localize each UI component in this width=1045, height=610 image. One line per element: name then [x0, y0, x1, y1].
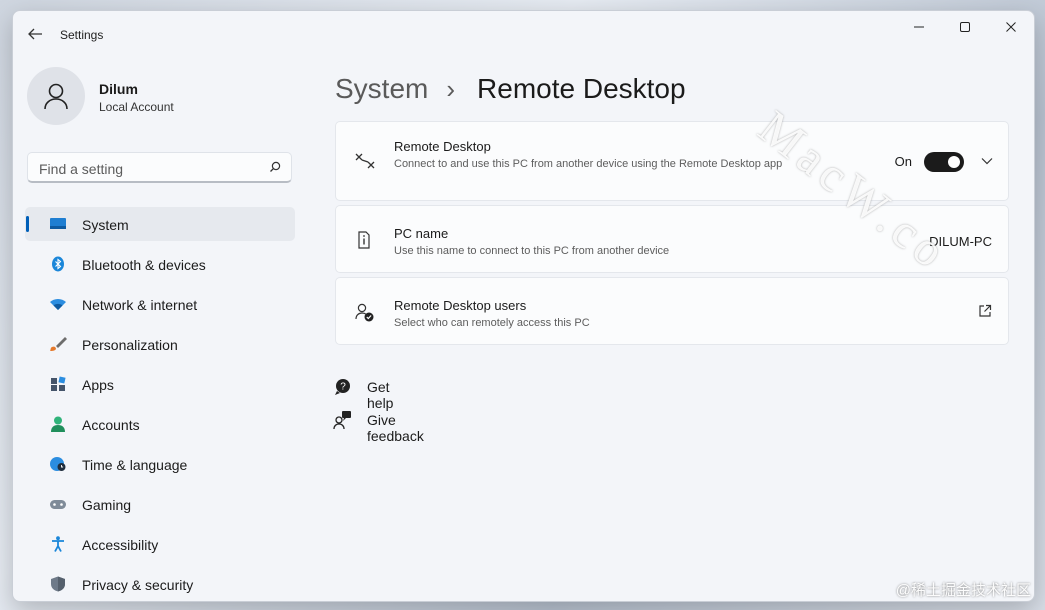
sidebar-item-gaming[interactable]: Gaming: [25, 487, 295, 521]
sidebar-item-network[interactable]: Network & internet: [25, 287, 295, 321]
breadcrumb-separator: ›: [446, 73, 456, 104]
back-button[interactable]: [25, 25, 45, 43]
bluetooth-icon: [52, 256, 64, 272]
minimize-button[interactable]: [896, 11, 942, 43]
sidebar-nav: System Bluetooth & devices Network & int…: [25, 207, 295, 601]
close-button[interactable]: [988, 11, 1034, 43]
app-title: Settings: [60, 28, 104, 42]
sidebar-item-accounts[interactable]: Accounts: [25, 407, 295, 441]
sidebar-item-label: Time & language: [82, 457, 188, 473]
user-name: Dilum: [99, 81, 138, 97]
account-type: Local Account: [99, 100, 174, 114]
help-chat-icon: ?: [335, 379, 350, 395]
toggle-knob: [948, 156, 960, 168]
toggle-state-label: On: [894, 154, 912, 169]
feedback-icon: [333, 411, 351, 430]
users-check-icon: [355, 303, 374, 322]
breadcrumb: System › Remote Desktop: [335, 69, 686, 109]
remote-desktop-icon: [355, 153, 375, 169]
svg-text:?: ?: [340, 382, 346, 393]
get-help-label: Get help: [367, 379, 394, 411]
accounts-icon: [51, 416, 65, 432]
sidebar-item-label: System: [82, 217, 129, 233]
sidebar-item-label: Gaming: [82, 497, 132, 513]
sidebar-item-accessibility[interactable]: Accessibility: [25, 527, 295, 561]
sidebar-item-system[interactable]: System: [25, 207, 295, 241]
open-external-icon[interactable]: [978, 304, 992, 318]
breadcrumb-parent[interactable]: System: [335, 73, 428, 105]
window-controls: [896, 11, 1034, 43]
search-box[interactable]: [27, 152, 292, 183]
system-icon: [50, 218, 66, 229]
card-title: PC name: [394, 226, 449, 241]
sidebar-item-label: Accounts: [82, 417, 140, 433]
card-title: Remote Desktop: [394, 139, 491, 154]
accessibility-icon: [52, 536, 64, 552]
sidebar-item-label: Accessibility: [82, 537, 159, 553]
gamepad-icon: [50, 500, 66, 509]
pc-info-icon: [358, 231, 370, 249]
wifi-icon: [50, 298, 66, 310]
card-description: Connect to and use this PC from another …: [394, 158, 783, 170]
arrow-left-icon: [28, 28, 42, 40]
settings-window: Settings Dilum Local Account Find a sett…: [12, 10, 1035, 602]
sidebar-item-time-language[interactable]: Time & language: [25, 447, 295, 481]
sidebar-item-bluetooth[interactable]: Bluetooth & devices: [25, 247, 295, 281]
chevron-down-icon[interactable]: [980, 154, 994, 168]
person-icon: [44, 83, 68, 110]
page-title: Remote Desktop: [477, 73, 686, 104]
maximize-button[interactable]: [942, 11, 988, 43]
sidebar-item-label: Bluetooth & devices: [82, 257, 206, 273]
minimize-icon: [914, 26, 924, 28]
sidebar-item-label: Privacy & security: [82, 577, 194, 593]
remote-users-card[interactable]: Remote Desktop users Select who can remo…: [335, 277, 1009, 345]
remote-desktop-card[interactable]: Remote Desktop Connect to and use this P…: [335, 121, 1009, 201]
maximize-icon: [960, 22, 970, 32]
remote-desktop-toggle[interactable]: [924, 152, 964, 172]
search-icon[interactable]: [269, 161, 281, 173]
sidebar-item-label: Apps: [82, 377, 114, 393]
sidebar-item-label: Personalization: [82, 337, 178, 353]
card-title: Remote Desktop users: [394, 298, 527, 313]
sidebar-item-privacy[interactable]: Privacy & security: [25, 567, 295, 601]
pc-name-value: DILUM-PC: [929, 234, 992, 249]
user-profile[interactable]: Dilum Local Account: [27, 67, 297, 127]
globe-clock-icon: [50, 457, 66, 471]
sidebar-item-apps[interactable]: Apps: [25, 367, 295, 401]
sidebar-item-label: Network & internet: [82, 297, 198, 313]
card-description: Use this name to connect to this PC from…: [394, 245, 670, 257]
close-icon: [1006, 22, 1016, 32]
title-bar: Settings: [13, 11, 1034, 57]
avatar: [27, 67, 85, 125]
card-description: Select who can remotely access this PC: [394, 317, 590, 329]
shield-icon: [51, 576, 65, 592]
give-feedback-label: Give feedback: [367, 412, 424, 444]
brush-icon: [50, 337, 67, 351]
sidebar-item-personalization[interactable]: Personalization: [25, 327, 295, 361]
pc-name-card: PC name Use this name to connect to this…: [335, 205, 1009, 273]
search-input[interactable]: [37, 158, 261, 180]
apps-icon: [51, 376, 66, 391]
